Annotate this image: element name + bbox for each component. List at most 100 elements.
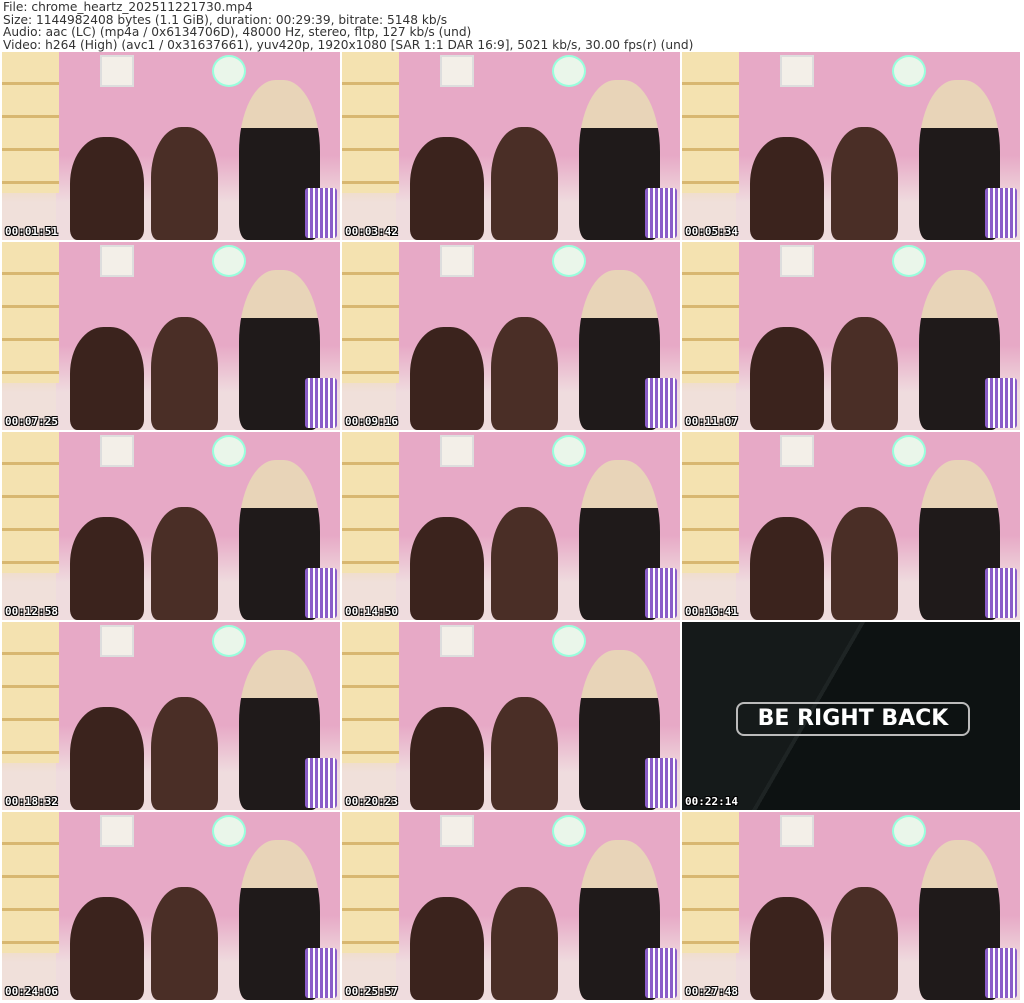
person [830,507,899,620]
wall-mirror [892,245,926,277]
person [490,317,559,430]
timestamp: 00:14:50 [345,605,398,618]
timestamp: 00:20:23 [345,795,398,808]
video-thumbnail: 00:24:06 [2,812,340,1000]
be-right-back-banner: BE RIGHT BACK [736,702,970,736]
qr-code-icon [645,758,677,808]
person [749,326,824,430]
timestamp: 00:25:57 [345,985,398,998]
person [490,697,559,810]
wall-mirror [212,625,246,657]
wall-frame [780,435,814,467]
person [749,516,824,620]
video-thumbnail: 00:05:34 [682,52,1020,240]
shelf [342,52,400,193]
wall-frame [780,245,814,277]
timestamp: 00:12:58 [5,605,58,618]
shelf [2,812,60,953]
qr-code-icon [985,568,1017,618]
person [490,887,559,1000]
wall-frame [780,815,814,847]
person [150,887,219,1000]
timestamp: 00:24:06 [5,985,58,998]
timestamp: 00:01:51 [5,225,58,238]
video-thumbnail: 00:03:42 [342,52,680,240]
timestamp: 00:22:14 [685,795,738,808]
qr-code-icon [305,568,337,618]
wall-frame [440,245,474,277]
video-thumbnail: 00:14:50 [342,432,680,620]
video-thumbnail: 00:18:32 [2,622,340,810]
wall-mirror [892,55,926,87]
video-thumbnail: 00:07:25 [2,242,340,430]
person [409,516,484,620]
person [69,896,144,1000]
person [150,697,219,810]
person [150,317,219,430]
timestamp: 00:16:41 [685,605,738,618]
qr-code-icon [305,378,337,428]
video-thumbnail: 00:09:16 [342,242,680,430]
qr-code-icon [645,568,677,618]
timestamp: 00:09:16 [345,415,398,428]
person [749,136,824,240]
qr-code-icon [985,948,1017,998]
video-info: Video: h264 (High) (avc1 / 0x31637661), … [3,37,694,52]
file-info-header: File: chrome_heartz_202511221730.mp4 Siz… [3,1,693,51]
person [830,317,899,430]
wall-frame [440,55,474,87]
person [490,507,559,620]
wall-mirror [212,55,246,87]
timestamp: 00:05:34 [685,225,738,238]
wall-frame [440,815,474,847]
wall-frame [440,625,474,657]
file-name: File: chrome_heartz_202511221730.mp4 [3,0,253,14]
shelf [342,812,400,953]
video-thumbnail: 00:20:23 [342,622,680,810]
wall-mirror [552,245,586,277]
person [490,127,559,240]
timestamp: 00:07:25 [5,415,58,428]
wall-mirror [552,55,586,87]
shelf [2,242,60,383]
person [409,896,484,1000]
shelf [682,242,740,383]
shelf [342,242,400,383]
video-thumbnail: 00:12:58 [2,432,340,620]
wall-frame [100,625,134,657]
person [409,326,484,430]
wall-frame [100,815,134,847]
qr-code-icon [985,188,1017,238]
shelf [682,52,740,193]
wall-mirror [552,815,586,847]
person [150,127,219,240]
wall-frame [100,245,134,277]
timestamp: 00:11:07 [685,415,738,428]
audio-info: Audio: aac (LC) (mp4a / 0x6134706D), 480… [3,25,472,40]
timestamp: 00:18:32 [5,795,58,808]
shelf [342,622,400,763]
video-thumbnail: 00:27:48 [682,812,1020,1000]
thumbnail-grid: 00:01:51 00:03:42 00:05:34 00:07:25 00:0… [2,52,1020,1000]
qr-code-icon [305,188,337,238]
video-thumbnail: BE RIGHT BACK 00:22:14 [682,622,1020,810]
person [830,127,899,240]
wall-frame [440,435,474,467]
timestamp: 00:03:42 [345,225,398,238]
qr-code-icon [645,188,677,238]
person [409,706,484,810]
wall-mirror [212,815,246,847]
wall-frame [100,435,134,467]
qr-code-icon [305,948,337,998]
qr-code-icon [985,378,1017,428]
wall-mirror [892,435,926,467]
shelf [682,812,740,953]
qr-code-icon [645,948,677,998]
person [69,706,144,810]
person [69,326,144,430]
wall-mirror [552,625,586,657]
person [69,136,144,240]
video-thumbnail: 00:11:07 [682,242,1020,430]
shelf [2,622,60,763]
person [749,896,824,1000]
